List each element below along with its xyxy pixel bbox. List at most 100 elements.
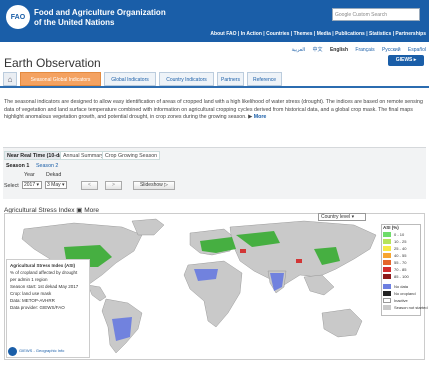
legend-item: 40 - 55 xyxy=(383,253,406,259)
top-nav: About FAO | In Action | Countries | Them… xyxy=(210,31,426,37)
header-bar: FAO Food and Agriculture Organization of… xyxy=(0,0,429,42)
nav-media[interactable]: Media xyxy=(317,31,331,37)
intro-text: The seasonal indicators are designed to … xyxy=(4,99,423,120)
nav-publications[interactable]: Publications xyxy=(335,31,365,37)
info-footer: GIEWS - Geographic Info xyxy=(19,348,65,353)
legend-label: 70 - 85 xyxy=(394,267,407,272)
legend-item: 85 - 100 xyxy=(383,274,409,280)
legend-swatch xyxy=(383,298,391,303)
language-bar: العربية 中文 English Français Русский Espa… xyxy=(250,46,426,53)
legend-swatch xyxy=(383,232,391,237)
tab-country-indicators[interactable]: Country Indicators xyxy=(159,72,214,86)
info-line: Data provider: GIEWS/FAO xyxy=(10,305,65,310)
more-icon: ▶ xyxy=(248,114,253,120)
legend-item: 0 - 10 xyxy=(383,232,404,238)
year-select[interactable]: 2017 ▾ xyxy=(22,181,42,189)
country-level-value: Country level xyxy=(321,214,351,220)
tab-reference[interactable]: Reference xyxy=(247,72,282,86)
dekad-value: 3 May xyxy=(47,182,61,188)
legend-item: 10 - 25 xyxy=(383,239,406,245)
legend-item: 55 - 70 xyxy=(383,260,406,266)
year-value: 2017 xyxy=(24,182,36,188)
red-spot xyxy=(240,249,246,253)
organization-name[interactable]: Food and Agriculture Organization of the… xyxy=(34,8,204,28)
tab-season-2[interactable]: Season 2 xyxy=(36,162,58,170)
legend-label: 10 - 25 xyxy=(394,239,407,244)
nav-countries[interactable]: Countries xyxy=(266,31,289,37)
legend-item: Season not started xyxy=(383,305,428,311)
tab-global-indicators[interactable]: Global Indicators xyxy=(104,72,156,86)
lang-english: English xyxy=(329,47,348,53)
legend-title: ASI (%) xyxy=(383,225,399,230)
legend-label: Season not started xyxy=(394,305,428,310)
page-root: FAO Food and Agriculture Organization of… xyxy=(0,0,429,365)
legend-label: 55 - 70 xyxy=(394,260,407,265)
legend-label: Inactive xyxy=(394,298,408,303)
intro-more-link[interactable]: More xyxy=(254,114,267,120)
info-heading: Agricultural Stress Index (ASI) xyxy=(10,263,76,268)
nav-in-action[interactable]: In Action xyxy=(241,31,262,37)
section-tabs: ⌂ Seasonal Global Indicators Global Indi… xyxy=(0,68,429,88)
nav-statistics[interactable]: Statistics xyxy=(369,31,391,37)
asia xyxy=(229,220,377,286)
play-icon: ▷ xyxy=(164,182,169,188)
legend-item: Inactive xyxy=(383,298,408,304)
legend-item: No data xyxy=(383,284,408,290)
intro-paragraph: The seasonal indicators are designed to … xyxy=(4,99,425,122)
lang-russian[interactable]: Русский xyxy=(382,47,401,53)
nav-themes[interactable]: Themes xyxy=(294,31,313,37)
next-button[interactable]: > xyxy=(105,181,122,190)
legend-item: No cropland xyxy=(383,291,416,297)
org-line-2: of the United Nations xyxy=(34,18,115,27)
tab-season-1[interactable]: Season 1 xyxy=(6,162,29,170)
lang-french[interactable]: Français xyxy=(355,47,374,53)
slideshow-label: Slideshow xyxy=(139,182,163,188)
legend-label: 85 - 100 xyxy=(394,274,409,279)
info-line: Data: METOP-AVHRR xyxy=(10,298,55,303)
legend-item: 25 - 40 xyxy=(383,246,406,252)
greenland xyxy=(131,218,165,236)
home-tab[interactable]: ⌂ xyxy=(3,72,17,86)
info-line: Season start: 1st dekad May 2017 xyxy=(10,284,79,289)
dekad-label: Dekad xyxy=(46,172,62,178)
home-icon: ⌂ xyxy=(7,75,13,84)
tab-seasonal-global-indicators[interactable]: Seasonal Global Indicators xyxy=(20,72,101,86)
legend-swatch xyxy=(383,267,391,272)
legend-swatch xyxy=(383,284,391,289)
legend-item: 70 - 85 xyxy=(383,267,406,273)
tab-annual-summary[interactable]: Annual Summary xyxy=(60,151,107,160)
nav-partnerships[interactable]: Partnerships xyxy=(395,31,426,37)
info-line: per admin 1 region xyxy=(10,277,48,282)
legend-label: No cropland xyxy=(394,291,416,296)
legend-swatch xyxy=(383,253,391,258)
nav-about[interactable]: About FAO xyxy=(210,31,236,37)
fao-logo[interactable]: FAO xyxy=(6,5,30,29)
giews-button[interactable]: GIEWS ▸ xyxy=(388,55,424,66)
tab-partners[interactable]: Partners xyxy=(217,72,244,86)
search-input[interactable]: Google Custom Search xyxy=(332,8,420,21)
legend-swatch xyxy=(383,274,391,279)
year-label: Year xyxy=(24,172,35,178)
legend-label: 0 - 10 xyxy=(394,232,405,237)
tab-crop-growing-season[interactable]: Crop Growing Season xyxy=(102,151,161,160)
southeast-asia xyxy=(303,274,335,296)
country-level-select[interactable]: Country level ▾ xyxy=(318,213,366,221)
legend-label: 40 - 55 xyxy=(394,253,407,258)
previous-button[interactable]: < xyxy=(81,181,98,190)
legend-swatch xyxy=(383,239,391,244)
slideshow-button[interactable]: Slideshow ▷ xyxy=(133,181,175,190)
info-line: % of cropland affected by drought xyxy=(10,270,78,275)
legend-label: 25 - 40 xyxy=(394,246,407,251)
select-label: Select xyxy=(4,183,19,189)
lang-chinese[interactable]: 中文 xyxy=(313,47,323,53)
legend-swatch xyxy=(383,260,391,265)
legend-label: No data xyxy=(394,284,409,289)
lang-spanish[interactable]: Español xyxy=(408,47,426,53)
legend-swatch xyxy=(383,246,391,251)
info-line: Crop: land use mask xyxy=(10,291,52,296)
dekad-select[interactable]: 3 May ▾ xyxy=(45,181,67,189)
legend-swatch xyxy=(383,305,391,310)
lang-arabic[interactable]: العربية xyxy=(291,47,305,53)
org-line-1: Food and Agriculture Organization xyxy=(34,8,166,17)
central-america xyxy=(87,284,107,302)
